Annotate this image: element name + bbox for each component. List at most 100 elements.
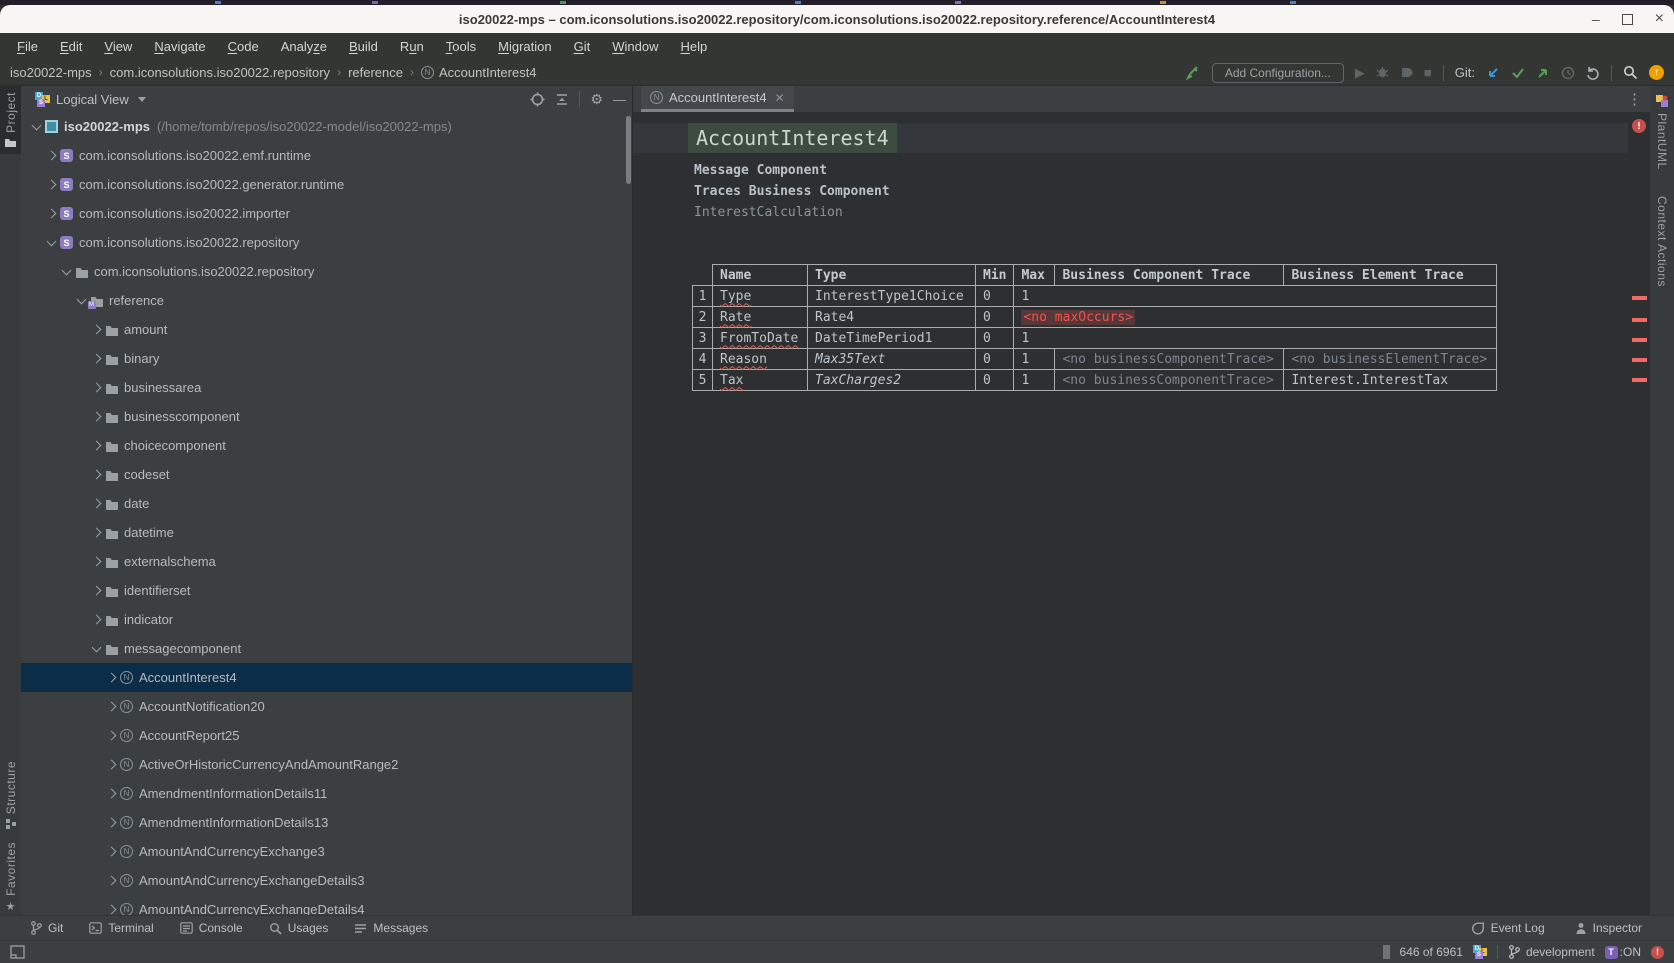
tool-stripe-context-actions[interactable]: Context Actions	[1650, 196, 1674, 287]
business-element-trace-cell[interactable]: <no businessElementTrace>	[1284, 349, 1497, 370]
tree-item-amountandcurrencyexchangedetails3[interactable]: NAmountAndCurrencyExchangeDetails3	[21, 866, 632, 895]
window-titlebar[interactable]: iso20022-mps – com.iconsolutions.iso2002…	[0, 5, 1674, 33]
node-position-indicator[interactable]: 646 of 6961	[1400, 945, 1463, 959]
menu-file[interactable]: File	[8, 36, 47, 57]
table-row[interactable]: 5TaxTaxCharges201<no businessComponentTr…	[693, 370, 1497, 391]
name-cell[interactable]: FromToDate	[713, 328, 808, 349]
tree-item-accountnotification20[interactable]: NAccountNotification20	[21, 692, 632, 721]
history-icon[interactable]	[1561, 66, 1575, 80]
component-kind-label[interactable]: Message Component	[694, 163, 827, 178]
tool-stripe-favorites[interactable]: Favorites ★	[0, 836, 21, 915]
business-component-trace-cell[interactable]: <no businessComponentTrace>	[1055, 349, 1284, 370]
max-cell[interactable]: 1	[1014, 370, 1055, 391]
tree-item-com.iconsolutions.iso20022.generator.runtime[interactable]: Scom.iconsolutions.iso20022.generator.ru…	[21, 170, 632, 199]
tree-item-businessarea[interactable]: businessarea	[21, 373, 632, 402]
type-cell[interactable]: Max35Text	[808, 349, 976, 370]
tree-item-date[interactable]: date	[21, 489, 632, 518]
collapsed-arrow-icon[interactable]	[44, 181, 58, 188]
tree-item-codeset[interactable]: codeset	[21, 460, 632, 489]
collapsed-arrow-icon[interactable]	[89, 384, 103, 391]
component-title[interactable]: AccountInterest4	[688, 123, 897, 153]
menu-code[interactable]: Code	[219, 36, 268, 57]
collapsed-arrow-icon[interactable]	[89, 471, 103, 478]
tree-item-identifierset[interactable]: identifierset	[21, 576, 632, 605]
build-icon[interactable]	[1186, 65, 1201, 80]
tree-item-com.iconsolutions.iso20022.importer[interactable]: Scom.iconsolutions.iso20022.importer	[21, 199, 632, 228]
tool-tab-terminal[interactable]: Terminal	[89, 921, 153, 935]
business-component-trace-cell[interactable]: <no businessComponentTrace>	[1055, 370, 1284, 391]
error-stripe-mark[interactable]	[1632, 296, 1647, 300]
menu-window[interactable]: Window	[603, 36, 667, 57]
tree-item-com.iconsolutions.iso20022.repository[interactable]: com.iconsolutions.iso20022.repository	[21, 257, 632, 286]
name-cell[interactable]: Reason	[713, 349, 808, 370]
locate-icon[interactable]	[530, 92, 545, 107]
tool-stripe-project[interactable]: Project	[0, 86, 21, 154]
tool-tab-git[interactable]: Git	[30, 921, 63, 935]
coverage-icon[interactable]	[1400, 66, 1413, 79]
type-cell[interactable]: Rate4	[808, 307, 976, 328]
inspector-button[interactable]: Inspector	[1575, 921, 1642, 935]
error-stripe[interactable]: !	[1628, 112, 1650, 915]
git-branch-widget[interactable]: development	[1508, 945, 1595, 959]
tree-item-amountandcurrencyexchange3[interactable]: NAmountAndCurrencyExchange3	[21, 837, 632, 866]
error-stripe-mark[interactable]	[1632, 358, 1647, 362]
error-indicator-icon[interactable]: !	[1632, 119, 1646, 133]
expanded-arrow-icon[interactable]	[89, 647, 103, 651]
ide-update-icon[interactable]: ↑	[1649, 65, 1664, 80]
name-cell[interactable]: Tax	[713, 370, 808, 391]
collapsed-arrow-icon[interactable]	[104, 790, 118, 797]
collapsed-arrow-icon[interactable]	[104, 906, 118, 913]
breadcrumb-item[interactable]: com.iconsolutions.iso20022.repository	[110, 65, 330, 80]
type-cell[interactable]: TaxCharges2	[808, 370, 976, 391]
error-stripe-mark[interactable]	[1632, 338, 1647, 342]
collapsed-arrow-icon[interactable]	[104, 703, 118, 710]
type-cell[interactable]: DateTimePeriod1	[808, 328, 976, 349]
collapsed-arrow-icon[interactable]	[89, 587, 103, 594]
expanded-arrow-icon[interactable]	[44, 241, 58, 245]
collapsed-arrow-icon[interactable]	[44, 152, 58, 159]
menu-view[interactable]: View	[95, 36, 141, 57]
git-commit-icon[interactable]	[1511, 66, 1525, 80]
toggle-widget[interactable]: T :ON	[1605, 945, 1641, 959]
tree-item-amendmentinformationdetails13[interactable]: NAmendmentInformationDetails13	[21, 808, 632, 837]
table-row[interactable]: 3FromToDateDateTimePeriod101	[693, 328, 1497, 349]
tree-item-com.iconsolutions.iso20022.repository[interactable]: Scom.iconsolutions.iso20022.repository	[21, 228, 632, 257]
expanded-arrow-icon[interactable]	[29, 125, 43, 129]
tree-item-activeorhistoriccurrencyandamountrange2[interactable]: NActiveOrHistoricCurrencyAndAmountRange2	[21, 750, 632, 779]
tool-tab-usages[interactable]: Usages	[269, 921, 329, 935]
min-cell[interactable]: 0	[976, 370, 1014, 391]
collapsed-arrow-icon[interactable]	[89, 326, 103, 333]
maximize-button[interactable]	[1622, 14, 1633, 25]
expanded-arrow-icon[interactable]	[74, 299, 88, 303]
tool-stripe-structure[interactable]: Structure	[0, 755, 21, 836]
menu-run[interactable]: Run	[391, 36, 433, 57]
min-cell[interactable]: 0	[976, 286, 1014, 307]
collapsed-arrow-icon[interactable]	[89, 442, 103, 449]
tool-stripe-plantuml[interactable]: PlantUML	[1650, 94, 1674, 170]
tab-options-icon[interactable]: ⋮	[1627, 86, 1650, 112]
min-cell[interactable]: 0	[976, 328, 1014, 349]
view-selector[interactable]: Logical View	[56, 92, 129, 107]
tree-item-binary[interactable]: binary	[21, 344, 632, 373]
collapse-all-icon[interactable]	[555, 92, 569, 106]
tree-item-datetime[interactable]: datetime	[21, 518, 632, 547]
status-error-icon[interactable]: !	[1651, 946, 1664, 959]
type-cell[interactable]: InterestType1Choice	[808, 286, 976, 307]
run-icon[interactable]: ▶	[1355, 66, 1365, 79]
expanded-arrow-icon[interactable]	[59, 270, 73, 274]
collapsed-arrow-icon[interactable]	[89, 413, 103, 420]
collapsed-arrow-icon[interactable]	[104, 819, 118, 826]
min-cell[interactable]: 0	[976, 307, 1014, 328]
menu-git[interactable]: Git	[565, 36, 600, 57]
tree-item-businesscomponent[interactable]: businesscomponent	[21, 402, 632, 431]
git-update-icon[interactable]	[1486, 66, 1500, 80]
tree-item-com.iconsolutions.iso20022.emf.runtime[interactable]: Scom.iconsolutions.iso20022.emf.runtime	[21, 141, 632, 170]
close-button[interactable]: ×	[1655, 12, 1664, 26]
collapsed-arrow-icon[interactable]	[89, 616, 103, 623]
max-cell[interactable]: <no maxOccurs>	[1014, 307, 1497, 328]
rollback-icon[interactable]	[1586, 66, 1600, 80]
hide-panel-icon[interactable]: —	[613, 93, 626, 106]
max-cell[interactable]: 1	[1014, 286, 1497, 307]
menu-edit[interactable]: Edit	[51, 36, 91, 57]
chevron-down-icon[interactable]	[138, 97, 146, 102]
